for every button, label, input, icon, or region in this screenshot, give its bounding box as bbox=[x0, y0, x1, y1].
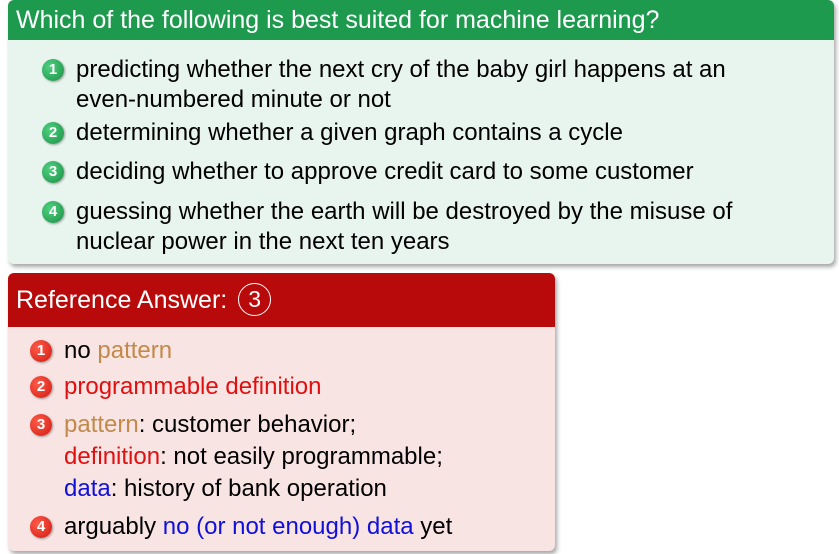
data-keyword: data bbox=[64, 475, 111, 502]
pattern-keyword: pattern bbox=[64, 411, 139, 438]
option-text: predicting whether the next cry of the b… bbox=[76, 56, 726, 83]
option-number-badge: 2 bbox=[42, 122, 64, 144]
answer-title-label: Reference Answer: bbox=[16, 286, 228, 314]
option-number-badge: 3 bbox=[42, 161, 64, 183]
option-text: deciding whether to approve credit card … bbox=[76, 158, 694, 185]
answer-number-badge: 3 bbox=[30, 414, 52, 436]
data-keyword: no (or not enough) data bbox=[162, 513, 414, 540]
definition-keyword: programmable definition bbox=[64, 373, 322, 400]
answer-number-badge: 2 bbox=[30, 376, 52, 398]
answer-text: : customer behavior; bbox=[138, 411, 357, 438]
answer-text: yet bbox=[413, 513, 453, 540]
option-text: determining whether a given graph contai… bbox=[76, 119, 623, 146]
answer-text: : not easily programmable; bbox=[160, 443, 443, 470]
option-text: guessing whether the earth will be destr… bbox=[76, 198, 733, 225]
option-number-badge: 4 bbox=[42, 201, 64, 223]
answer-number-circle: 3 bbox=[238, 282, 272, 316]
option-text-continued: nuclear power in the next ten years bbox=[76, 228, 450, 255]
pattern-keyword: pattern bbox=[97, 337, 173, 364]
answer-number-badge: 4 bbox=[30, 516, 52, 538]
question-title: Which of the following is best suited fo… bbox=[8, 0, 834, 40]
definition-keyword: definition bbox=[64, 443, 161, 470]
answer-text: : history of bank operation bbox=[110, 475, 387, 502]
answer-text: arguably bbox=[64, 513, 163, 540]
answer-number-badge: 1 bbox=[30, 340, 52, 362]
option-number-badge: 1 bbox=[42, 59, 64, 81]
option-text-continued: even-numbered minute or not bbox=[76, 86, 391, 113]
answer-title: Reference Answer: 3 bbox=[8, 273, 555, 327]
answer-text: no bbox=[64, 337, 98, 364]
